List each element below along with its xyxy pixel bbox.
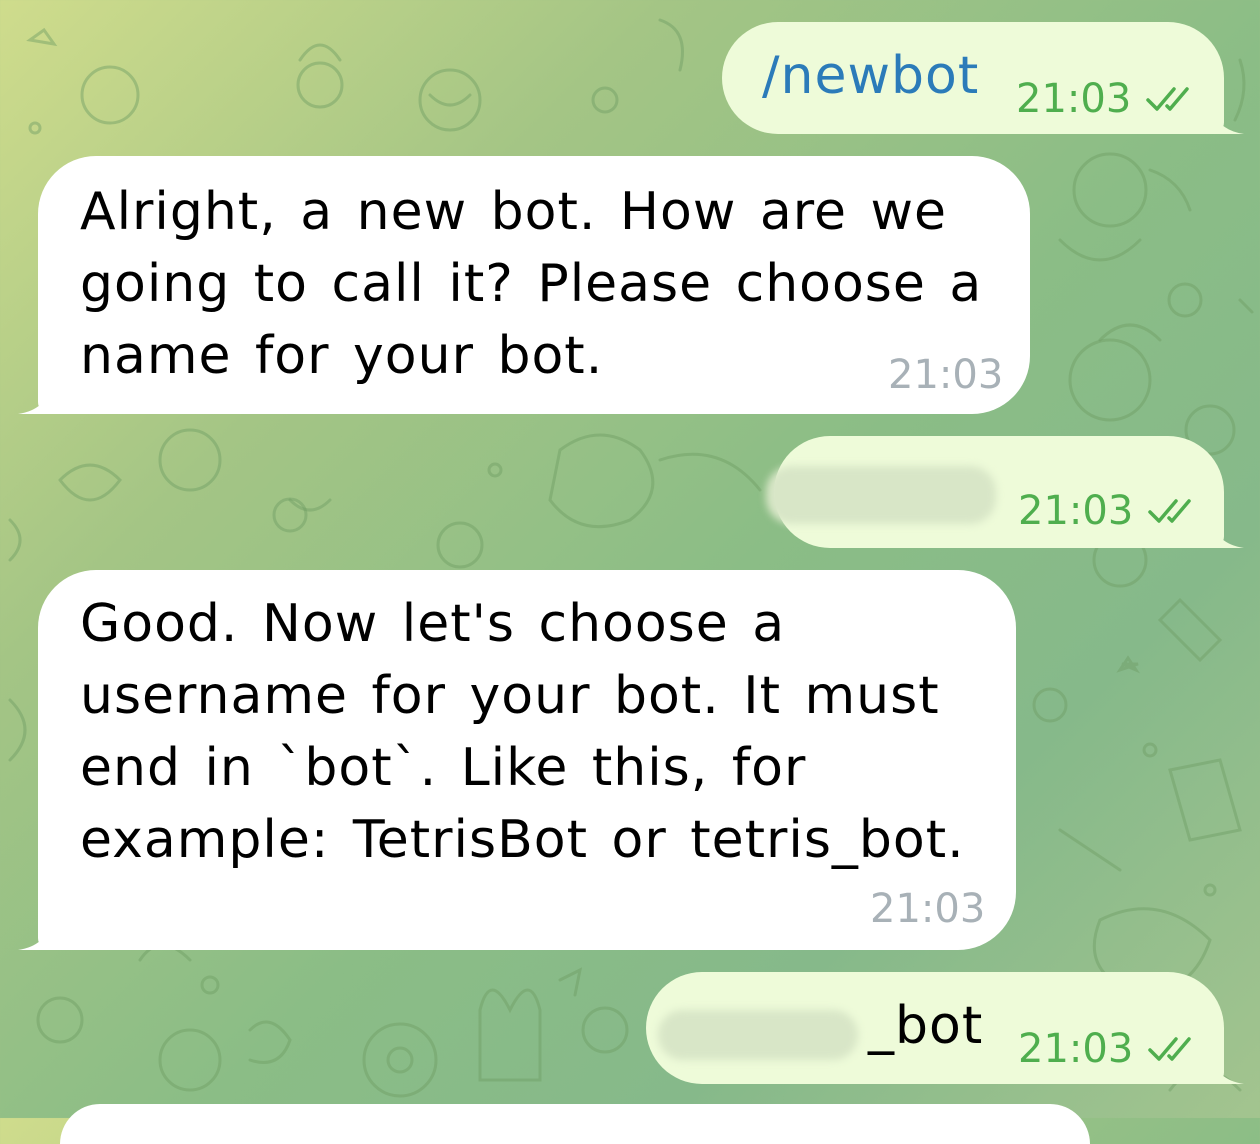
message-line: Good. Now let's choose a bbox=[80, 594, 786, 654]
message-text: Alright, a new bot. How are we going to … bbox=[80, 176, 1000, 392]
incoming-message-partial[interactable] bbox=[60, 1104, 1090, 1144]
message-line: username for your bot. It must bbox=[80, 666, 940, 726]
bubble-tail-icon bbox=[1210, 1054, 1244, 1084]
message-line: example: TetrisBot or tetris_bot. bbox=[80, 810, 965, 870]
message-line: going to call it? Please choose a bbox=[80, 254, 983, 314]
message-meta: 21:03 bbox=[1018, 488, 1197, 534]
message-time: 21:03 bbox=[888, 352, 1004, 398]
bubble-tail-icon bbox=[18, 384, 52, 414]
command-link[interactable]: /newbot bbox=[762, 40, 979, 112]
outgoing-message-bot-name[interactable]: 21:03 bbox=[766, 436, 1244, 548]
bubble-tail-icon bbox=[1210, 104, 1244, 134]
bubble-tail-icon bbox=[1210, 518, 1244, 548]
incoming-message-username-prompt[interactable]: Good. Now let's choose a username for yo… bbox=[18, 570, 1016, 950]
message-line: Alright, a new bot. How are we bbox=[80, 182, 948, 242]
redacted-text bbox=[658, 1010, 858, 1060]
outgoing-message-newbot[interactable]: /newbot 21:03 bbox=[722, 22, 1244, 134]
message-meta: 21:03 bbox=[1018, 1026, 1197, 1072]
double-check-icon bbox=[1148, 499, 1192, 523]
message-meta: 21:03 bbox=[1016, 76, 1195, 122]
double-check-icon bbox=[1146, 87, 1190, 111]
message-text: _bot bbox=[868, 996, 984, 1056]
message-line: name for your bot. bbox=[80, 326, 604, 386]
message-line: end in `bot`. Like this, for bbox=[80, 738, 807, 798]
message-text: Good. Now let's choose a username for yo… bbox=[80, 588, 1000, 876]
message-time: 21:03 bbox=[1016, 76, 1132, 122]
redacted-text bbox=[766, 466, 996, 524]
message-time: 21:03 bbox=[1018, 1026, 1134, 1072]
double-check-icon bbox=[1148, 1037, 1192, 1061]
message-time: 21:03 bbox=[1018, 488, 1134, 534]
bubble-tail-icon bbox=[18, 920, 52, 950]
incoming-message-name-prompt[interactable]: Alright, a new bot. How are we going to … bbox=[18, 156, 1030, 414]
message-time: 21:03 bbox=[870, 886, 986, 932]
outgoing-message-bot-username[interactable]: _bot 21:03 bbox=[646, 972, 1244, 1084]
